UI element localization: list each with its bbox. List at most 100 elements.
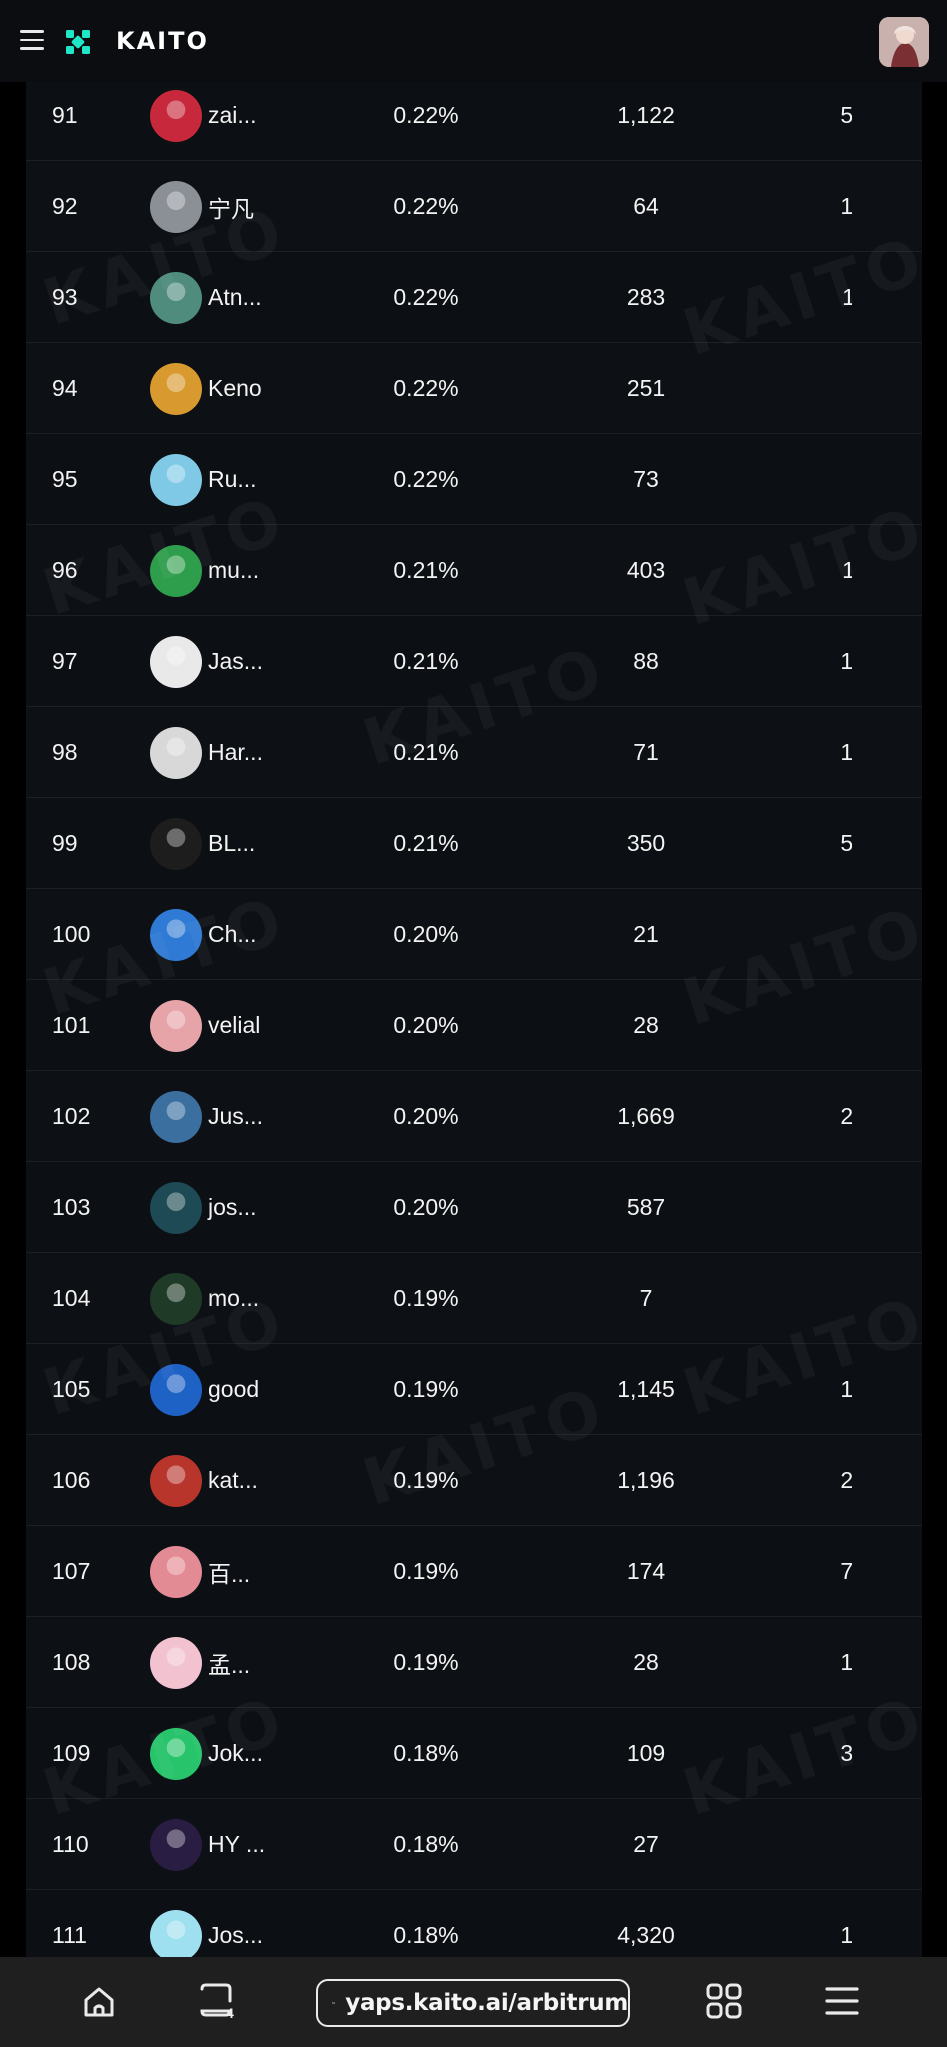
table-row[interactable]: 100 Ch... 0.20% 21 (26, 889, 922, 980)
user-name[interactable]: jos... (208, 1162, 257, 1253)
user-name[interactable]: Har... (208, 707, 263, 798)
mindshare-percent: 0.21% (393, 557, 459, 583)
rank-cell: 99 (52, 830, 78, 856)
partial-value-cell: 50 (786, 798, 852, 889)
partial-value-cell: 3 (786, 1162, 852, 1253)
tabs-button[interactable]: 4 (196, 1981, 240, 2025)
profile-avatar[interactable] (879, 17, 929, 67)
table-row[interactable]: 93 Atn... 0.22% 283 11 (26, 252, 922, 343)
table-row[interactable]: 103 jos... 0.20% 587 3 (26, 1162, 922, 1253)
user-avatar[interactable] (150, 252, 202, 343)
user-avatar[interactable] (150, 70, 202, 161)
table-row[interactable]: 104 mo... 0.19% 7 1 (26, 1253, 922, 1344)
table-row[interactable]: 91 zai... 0.22% 1,122 54 (26, 70, 922, 161)
hamburger-menu-icon[interactable] (20, 30, 44, 52)
table-row[interactable]: 102 Jus... 0.20% 1,669 28 (26, 1071, 922, 1162)
user-name[interactable]: zai... (208, 70, 257, 161)
partial-value-cell: 12 (786, 616, 852, 707)
table-row[interactable]: 97 Jas... 0.21% 88 12 (26, 616, 922, 707)
user-name[interactable]: Ru... (208, 434, 257, 525)
partial-value-cell: 12 (786, 707, 852, 798)
user-name[interactable]: Jok... (208, 1708, 263, 1799)
user-avatar[interactable] (150, 1435, 202, 1526)
kaito-logo-icon[interactable] (64, 28, 92, 56)
table-row[interactable]: 94 Keno 0.22% 251 8 (26, 343, 922, 434)
user-name[interactable]: Jos... (208, 1890, 263, 1960)
rank-cell: 96 (52, 557, 78, 583)
user-avatar[interactable] (150, 1799, 202, 1890)
user-avatar[interactable] (150, 616, 202, 707)
mindshare-percent: 0.22% (393, 193, 459, 219)
user-avatar[interactable] (150, 1162, 202, 1253)
user-name[interactable]: kat... (208, 1435, 258, 1526)
address-bar[interactable]: yaps.kaito.ai/arbitrum (316, 1979, 630, 2027)
partial-value-cell: 10 (786, 1617, 852, 1708)
user-avatar[interactable] (150, 1890, 202, 1960)
user-name[interactable]: Jus... (208, 1071, 263, 1162)
user-name[interactable]: Keno (208, 343, 262, 434)
user-avatar[interactable] (150, 889, 202, 980)
table-row[interactable]: 96 mu... 0.21% 403 11 (26, 525, 922, 616)
user-name[interactable]: Atn... (208, 252, 262, 343)
user-name[interactable]: mu... (208, 525, 259, 616)
user-avatar[interactable] (150, 434, 202, 525)
partial-value: 50 (840, 830, 852, 856)
user-avatar[interactable] (150, 980, 202, 1071)
table-row[interactable]: 92 宁凡 0.22% 64 12 (26, 161, 922, 252)
table-row[interactable]: 106 kat... 0.19% 1,196 25 (26, 1435, 922, 1526)
user-name[interactable]: BL... (208, 798, 255, 889)
mindshare-percent: 0.21% (393, 648, 459, 674)
user-name[interactable]: mo... (208, 1253, 259, 1344)
table-row[interactable]: 111 Jos... 0.18% 4,320 14 (26, 1890, 922, 1960)
apps-grid-icon[interactable] (704, 1981, 744, 2021)
user-avatar[interactable] (150, 525, 202, 616)
table-row[interactable]: 107 百... 0.19% 174 75 (26, 1526, 922, 1617)
table-row[interactable]: 98 Har... 0.21% 71 12 (26, 707, 922, 798)
user-name[interactable]: 宁凡 (208, 161, 254, 252)
user-avatar[interactable] (150, 1253, 202, 1344)
user-name[interactable]: 孟... (208, 1617, 250, 1708)
user-avatar[interactable] (150, 707, 202, 798)
user-avatar[interactable] (150, 1708, 202, 1799)
user-avatar[interactable] (150, 161, 202, 252)
table-row[interactable]: 108 孟... 0.19% 28 10 (26, 1617, 922, 1708)
partial-value-cell: 28 (786, 1071, 852, 1162)
table-row[interactable]: 95 Ru... 0.22% 73 3 (26, 434, 922, 525)
url-text[interactable]: yaps.kaito.ai/arbitrum (345, 1990, 628, 2016)
partial-value: 12 (840, 648, 852, 674)
user-avatar[interactable] (150, 798, 202, 889)
partial-value: 11 (842, 557, 852, 583)
count-cell: 28 (633, 1012, 659, 1038)
mindshare-percent: 0.22% (393, 284, 459, 310)
partial-value: 28 (840, 1103, 852, 1129)
count-cell: 109 (626, 1740, 666, 1766)
user-name[interactable]: Ch... (208, 889, 257, 980)
mindshare-percent: 0.18% (393, 1831, 459, 1857)
table-row[interactable]: 105 good 0.19% 1,145 10 (26, 1344, 922, 1435)
user-name[interactable]: 百... (208, 1526, 250, 1617)
home-icon[interactable] (80, 1983, 118, 2021)
page: KAITO 91zai...0.22%1,1225492宁凡0.22%64129… (0, 0, 947, 2047)
table-row[interactable]: 110 HY ... 0.18% 27 3 (26, 1799, 922, 1890)
table-row[interactable]: 101 velial 0.20% 28 2 (26, 980, 922, 1071)
user-avatar[interactable] (150, 1344, 202, 1435)
kaito-logo-text[interactable]: KAITO (116, 27, 209, 55)
menu-icon[interactable] (824, 1983, 860, 2019)
user-name[interactable]: velial (208, 980, 260, 1071)
user-name[interactable]: Jas... (208, 616, 263, 707)
user-name[interactable]: HY ... (208, 1799, 265, 1890)
rank-cell: 110 (52, 1831, 89, 1857)
count-cell: 1,145 (617, 1376, 675, 1402)
site-settings-icon[interactable] (332, 1991, 336, 2015)
user-name[interactable]: good (208, 1344, 259, 1435)
user-avatar[interactable] (150, 1617, 202, 1708)
rank-cell: 100 (52, 921, 91, 947)
avatar-image (150, 1545, 202, 1598)
table-row[interactable]: 99 BL... 0.21% 350 50 (26, 798, 922, 889)
user-avatar[interactable] (150, 1526, 202, 1617)
user-avatar[interactable] (150, 343, 202, 434)
rank-cell: 106 (52, 1467, 91, 1493)
table-row[interactable]: 109 Jok... 0.18% 109 31 (26, 1708, 922, 1799)
avatar-image (150, 1363, 202, 1416)
user-avatar[interactable] (150, 1071, 202, 1162)
